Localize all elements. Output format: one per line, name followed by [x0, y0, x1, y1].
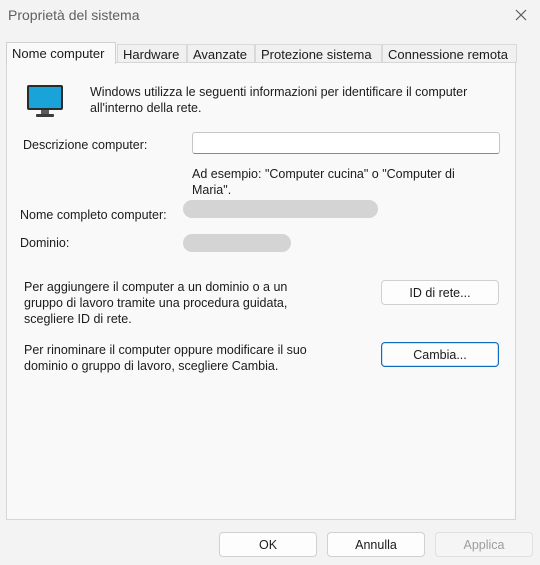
- network-id-button[interactable]: ID di rete...: [381, 280, 499, 305]
- rename-text-line1: Per rinominare il computer oppure modifi…: [24, 343, 307, 357]
- example-text-line1: Ad esempio: "Computer cucina" o "Compute…: [192, 167, 455, 181]
- example-text-line2: Maria".: [192, 183, 232, 197]
- change-button[interactable]: Cambia...: [381, 342, 499, 367]
- close-icon: [515, 9, 527, 21]
- rename-text-line2: dominio o gruppo di lavoro, scegliere Ca…: [24, 359, 279, 373]
- domain-label: Dominio:: [20, 236, 70, 250]
- full-name-value-redacted: [183, 200, 378, 218]
- tab-protezione-sistema[interactable]: Protezione sistema: [255, 44, 382, 63]
- tab-label: Nome computer: [12, 46, 105, 61]
- network-id-text-line3: scegliere ID di rete.: [24, 312, 132, 326]
- cancel-button[interactable]: Annulla: [327, 532, 425, 557]
- tab-nome-computer[interactable]: Nome computer: [6, 42, 116, 64]
- tab-connessione-remota[interactable]: Connessione remota: [382, 44, 517, 63]
- window-title: Proprietà del sistema: [8, 7, 140, 23]
- description-label: Descrizione computer:: [23, 138, 148, 152]
- apply-button[interactable]: Applica: [435, 532, 533, 557]
- intro-text-line1: Windows utilizza le seguenti informazion…: [90, 85, 468, 99]
- tab-avanzate[interactable]: Avanzate: [187, 44, 255, 63]
- tab-label: Hardware: [123, 47, 180, 62]
- intro-text-line2: all'interno della rete.: [90, 101, 202, 115]
- domain-value-redacted: [183, 234, 291, 252]
- title-bar: Proprietà del sistema: [0, 0, 540, 32]
- close-button[interactable]: [508, 4, 534, 26]
- full-name-label: Nome completo computer:: [20, 208, 167, 222]
- tab-hardware[interactable]: Hardware: [117, 44, 187, 63]
- tab-label: Protezione sistema: [261, 47, 372, 62]
- network-id-text-line2: gruppo di lavoro tramite una procedura g…: [24, 296, 288, 310]
- tab-label: Connessione remota: [388, 47, 508, 62]
- network-id-text-line1: Per aggiungere il computer a un dominio …: [24, 280, 288, 294]
- ok-button[interactable]: OK: [219, 532, 317, 557]
- monitor-icon: [26, 84, 64, 121]
- description-input[interactable]: [192, 132, 500, 154]
- tab-label: Avanzate: [193, 47, 247, 62]
